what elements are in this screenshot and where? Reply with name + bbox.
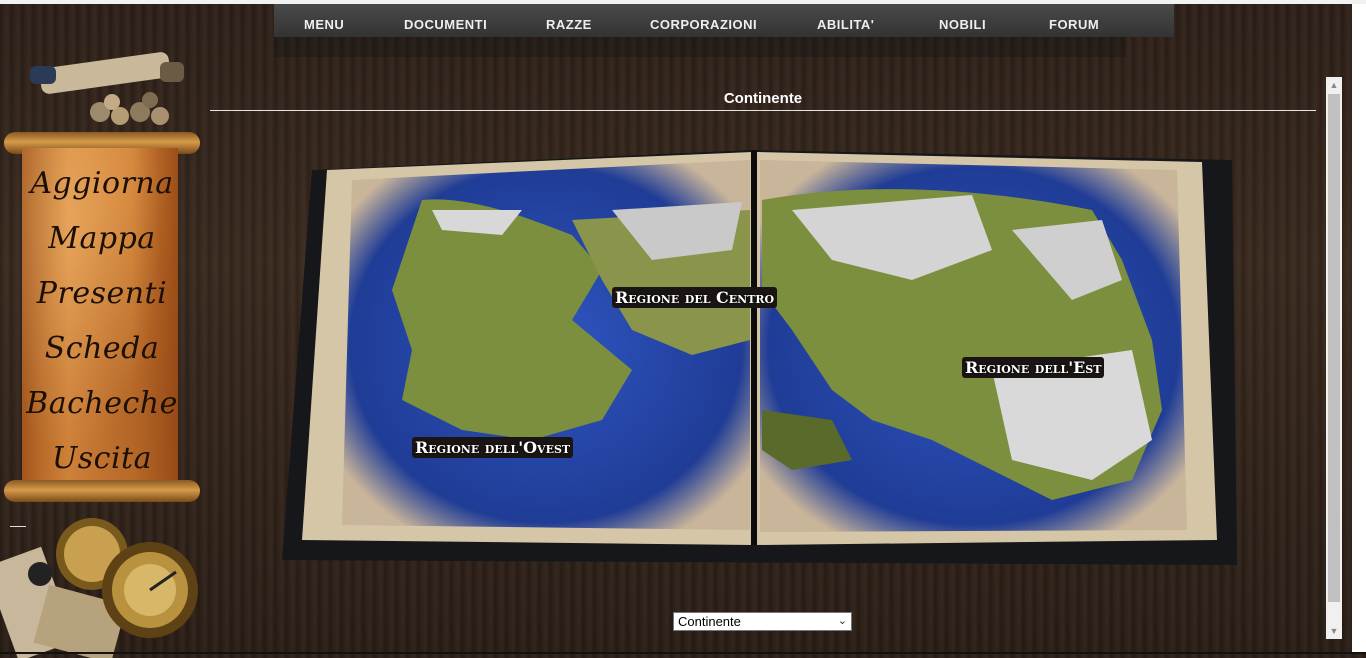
nav-item-forum[interactable]: FORUM	[1049, 17, 1099, 32]
nav-item-abilita[interactable]: ABILITA'	[817, 17, 874, 32]
chevron-down-icon: ⌄	[837, 615, 847, 627]
sidebar-link-mappa[interactable]: Mappa	[4, 221, 200, 256]
menu-scroll: Aggiorna Mappa Presenti Scheda Bacheche …	[4, 132, 200, 512]
nav-item-documenti[interactable]: DOCUMENTI	[404, 17, 487, 32]
sidebar-link-scheda[interactable]: Scheda	[4, 331, 200, 366]
nav-item-corporazioni[interactable]: CORPORAZIONI	[650, 17, 757, 32]
region-label-centro[interactable]: Regione del Centro	[612, 287, 778, 308]
map-select[interactable]: Continente ⌄	[673, 612, 852, 631]
window-right-edge	[1352, 4, 1366, 654]
scroll-deco-icon	[30, 52, 184, 125]
region-label-est[interactable]: Regione dell'Est	[962, 357, 1105, 378]
top-nav: MENU DOCUMENTI RAZZE CORPORAZIONI ABILIT…	[274, 4, 1174, 37]
scrollbar-thumb[interactable]	[1328, 94, 1340, 602]
page-title: Continente	[723, 90, 803, 107]
scroll-rod-bottom	[4, 480, 200, 502]
sidebar-link-aggiorna[interactable]: Aggiorna	[4, 166, 200, 201]
map-select-value: Continente	[678, 614, 741, 629]
vertical-scrollbar[interactable]: ▲ ▼	[1326, 77, 1342, 639]
compass-icon	[0, 518, 198, 658]
nav-item-nobili[interactable]: NOBILI	[939, 17, 986, 32]
scroll-down-icon[interactable]: ▼	[1326, 623, 1342, 639]
sidebar-link-bacheche[interactable]: Bacheche	[4, 386, 200, 421]
title-rule	[210, 110, 1316, 111]
sidebar-link-uscita[interactable]: Uscita	[4, 441, 200, 476]
region-label-ovest[interactable]: Regione dell'Ovest	[412, 437, 574, 458]
scroll-up-icon[interactable]: ▲	[1326, 77, 1342, 93]
nav-item-razze[interactable]: RAZZE	[546, 17, 592, 32]
nav-shadow	[274, 37, 1126, 57]
left-sidebar: Aggiorna Mappa Presenti Scheda Bacheche …	[0, 4, 206, 658]
sidebar-link-presenti[interactable]: Presenti	[4, 276, 200, 311]
nav-item-menu[interactable]: MENU	[304, 17, 344, 32]
